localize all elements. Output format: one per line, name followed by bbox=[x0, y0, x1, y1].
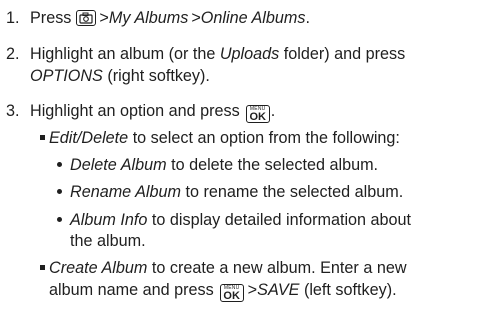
step-2-line-1: Highlight an album (or the Uploads folde… bbox=[30, 44, 405, 64]
my-albums-path: My Albums bbox=[108, 9, 189, 27]
uploads-folder-label: Uploads bbox=[219, 45, 280, 63]
create-album-item: Create Album to create a new album. Ente… bbox=[40, 258, 407, 278]
step-2-text-2: folder) and press bbox=[283, 45, 406, 63]
step-1-text: Press >My Albums >Online Albums. bbox=[30, 8, 310, 28]
step-1-number: 1. bbox=[6, 9, 20, 27]
save-softkey-label: SAVE bbox=[257, 281, 300, 299]
step-3-number: 3. bbox=[6, 102, 20, 120]
step-1-period: . bbox=[305, 9, 310, 27]
step-2-line-2: OPTIONS (right softkey). bbox=[30, 66, 210, 86]
step-2-text-3: (right softkey). bbox=[107, 67, 210, 85]
step-1-gt-2: > bbox=[191, 9, 201, 27]
round-bullet-icon bbox=[57, 189, 62, 195]
step-2-number: 2. bbox=[6, 45, 20, 63]
step-1-gt-1: > bbox=[99, 9, 109, 27]
square-bullet-icon bbox=[40, 265, 45, 271]
online-albums-path: Online Albums bbox=[200, 9, 306, 27]
menu-ok-key-icon: MENU OK bbox=[219, 284, 244, 302]
ok-key-label: OK bbox=[249, 111, 266, 123]
create-album-text-1: to create a new album. Enter a new bbox=[151, 259, 407, 277]
step-3-text: Highlight an option and press MENU OK. bbox=[30, 101, 275, 123]
delete-album-text: to delete the selected album. bbox=[171, 156, 379, 174]
edit-delete-item: Edit/Delete to select an option from the… bbox=[40, 128, 400, 148]
step-2-text-1: Highlight an album (or the bbox=[30, 45, 216, 63]
album-info-item: Album Info to display detailed informati… bbox=[57, 210, 411, 230]
create-album-line-2: album name and press MENU OK >SAVE (left so… bbox=[49, 280, 397, 302]
create-album-gt: > bbox=[247, 281, 258, 299]
round-bullet-icon bbox=[57, 217, 62, 223]
album-info-label: Album Info bbox=[70, 211, 148, 229]
step-1-press: Press bbox=[30, 9, 72, 27]
step-3-period: . bbox=[270, 102, 276, 120]
create-album-text-3: (left softkey). bbox=[303, 281, 397, 299]
edit-delete-label: Edit/Delete bbox=[49, 129, 129, 147]
edit-delete-text: to select an option from the following: bbox=[132, 129, 400, 147]
menu-ok-key-icon: MENU OK bbox=[245, 105, 270, 123]
rename-album-text: to rename the selected album. bbox=[185, 183, 404, 201]
square-bullet-icon bbox=[40, 135, 45, 141]
create-album-text-2: album name and press bbox=[49, 281, 214, 299]
camera-key-icon bbox=[76, 10, 97, 26]
delete-album-label: Delete Album bbox=[70, 156, 167, 174]
rename-album-label: Rename Album bbox=[70, 183, 181, 201]
round-bullet-icon bbox=[57, 162, 62, 168]
album-info-text-1: to display detailed information about bbox=[151, 211, 412, 229]
rename-album-item: Rename Album to rename the selected albu… bbox=[57, 182, 403, 202]
album-info-line-2: the album. bbox=[70, 232, 146, 250]
ok-key-label: OK bbox=[223, 290, 240, 302]
delete-album-item: Delete Album to delete the selected albu… bbox=[57, 155, 378, 175]
step-3-text-1: Highlight an option and press bbox=[30, 102, 240, 120]
create-album-label: Create Album bbox=[49, 259, 148, 277]
options-softkey-label: OPTIONS bbox=[30, 67, 103, 85]
